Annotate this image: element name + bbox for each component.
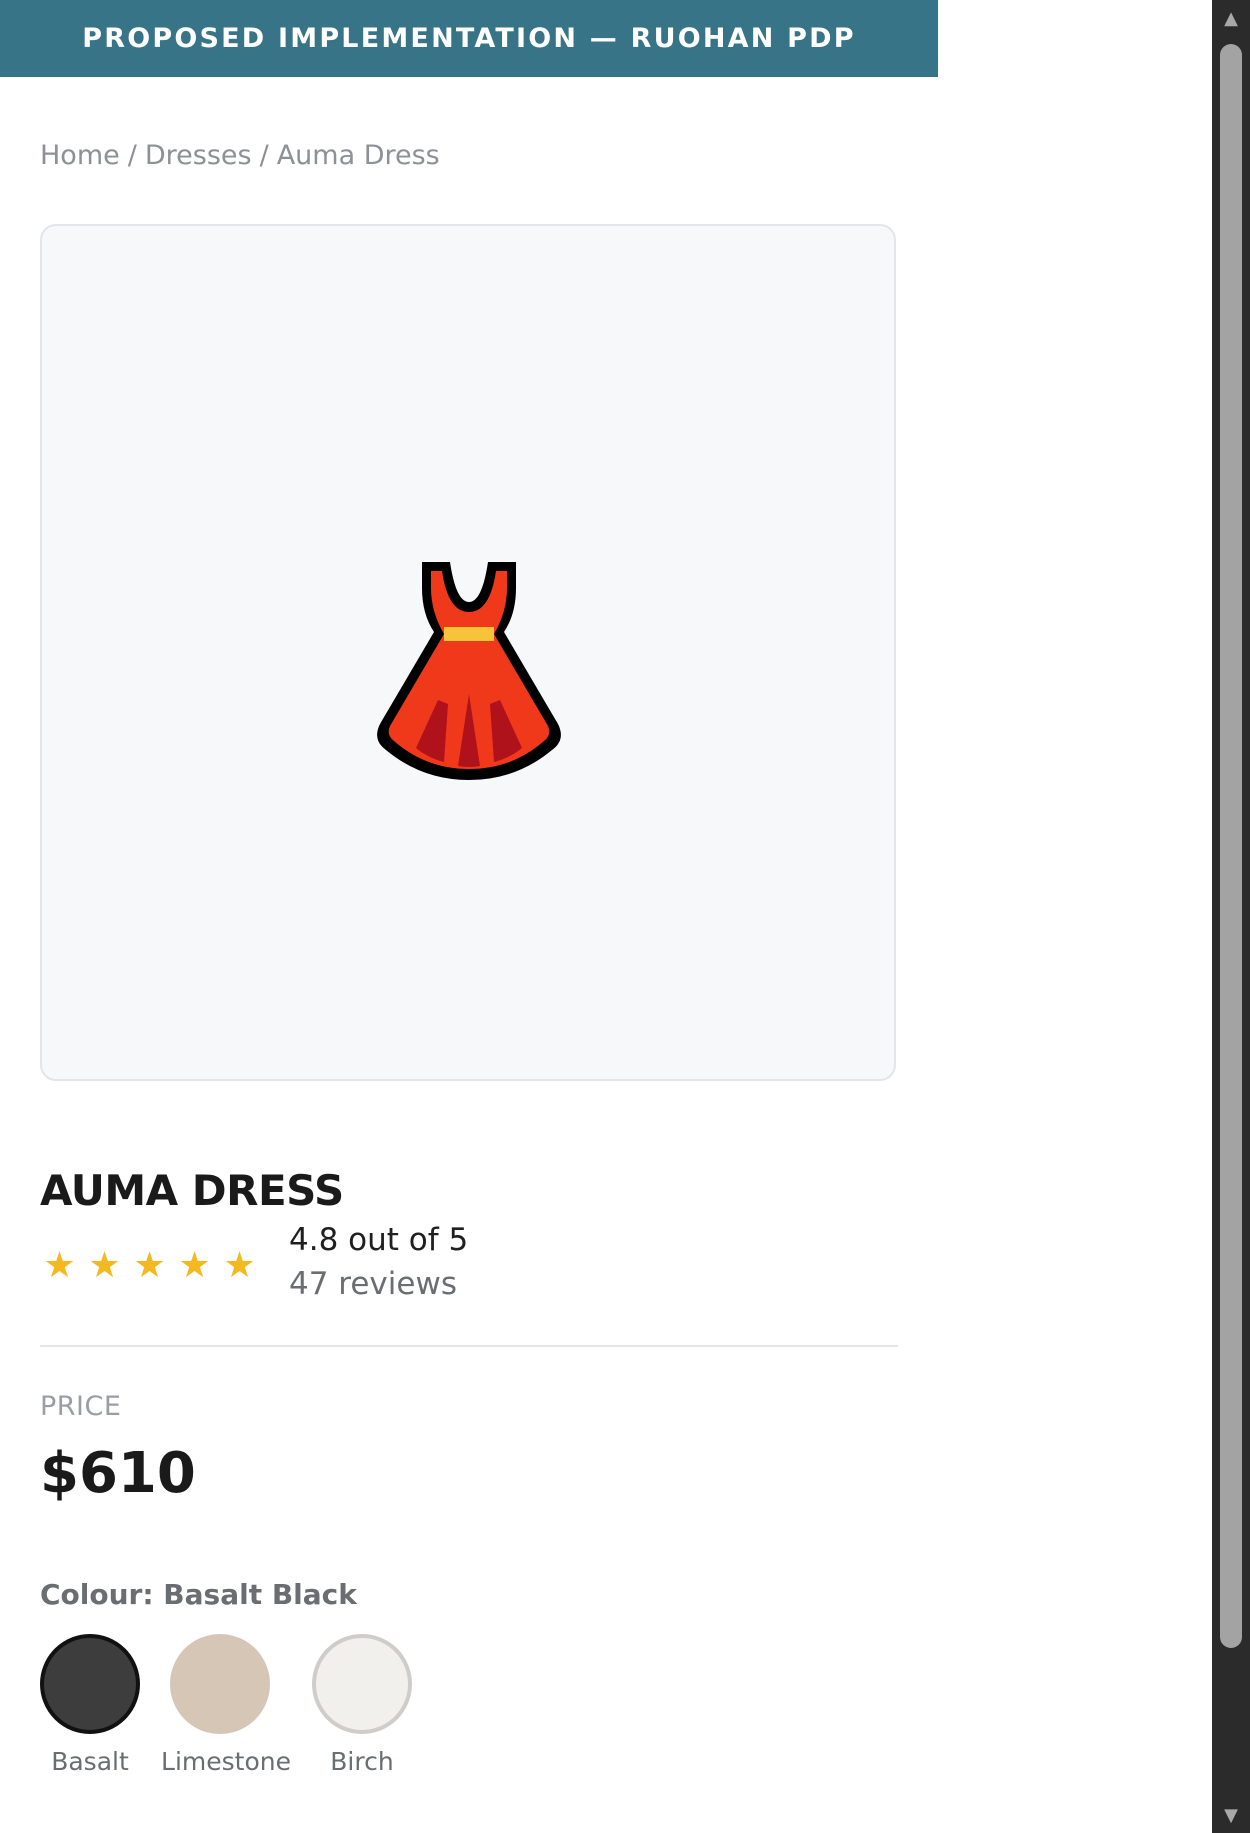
breadcrumb-separator: /	[259, 140, 269, 171]
breadcrumb-home-link[interactable]: Home	[40, 140, 120, 171]
star-icon: ★	[43, 1245, 76, 1286]
proposal-banner: PROPOSED IMPLEMENTATION — RUOHAN PDP	[0, 0, 938, 77]
star-icon: ★	[88, 1245, 121, 1286]
price-value: $610	[40, 1441, 196, 1506]
breadcrumb-separator: /	[127, 140, 137, 171]
product-image-gallery[interactable]	[40, 224, 896, 1081]
star-icon: ★	[133, 1245, 166, 1286]
star-icon: ★	[178, 1245, 211, 1286]
colour-label: Colour: Basalt Black	[40, 1578, 357, 1611]
scroll-down-arrow-icon[interactable]: ▼	[1212, 1797, 1250, 1833]
colour-swatch-birch[interactable]	[312, 1634, 412, 1734]
swatch-label-birch: Birch	[330, 1747, 394, 1776]
breadcrumb: Home / Dresses / Auma Dress	[40, 140, 440, 171]
section-divider	[40, 1345, 898, 1347]
swatch-label-basalt: Basalt	[51, 1747, 129, 1776]
review-count-link[interactable]: 47 reviews	[289, 1266, 457, 1302]
colour-swatch-basalt[interactable]	[40, 1634, 140, 1734]
banner-text: PROPOSED IMPLEMENTATION — RUOHAN PDP	[82, 23, 856, 54]
rating-score: 4.8 out of 5	[289, 1222, 469, 1258]
product-title: AUMA DRESS	[40, 1166, 344, 1216]
page-viewport: PROPOSED IMPLEMENTATION — RUOHAN PDP Hom…	[0, 0, 1212, 1833]
dress-icon	[377, 562, 561, 780]
price-label: PRICE	[40, 1391, 122, 1422]
rating-stars: ★ ★ ★ ★ ★	[42, 1246, 257, 1286]
vertical-scrollbar[interactable]: ▲ ▼	[1212, 0, 1250, 1833]
scroll-up-arrow-icon[interactable]: ▲	[1212, 0, 1250, 36]
star-icon: ★	[223, 1245, 256, 1286]
breadcrumb-current: Auma Dress	[276, 140, 440, 171]
swatch-label-limestone: Limestone	[161, 1747, 291, 1776]
scrollbar-thumb[interactable]	[1220, 44, 1242, 1648]
colour-swatch-limestone[interactable]	[170, 1634, 270, 1734]
breadcrumb-dresses-link[interactable]: Dresses	[145, 140, 252, 171]
